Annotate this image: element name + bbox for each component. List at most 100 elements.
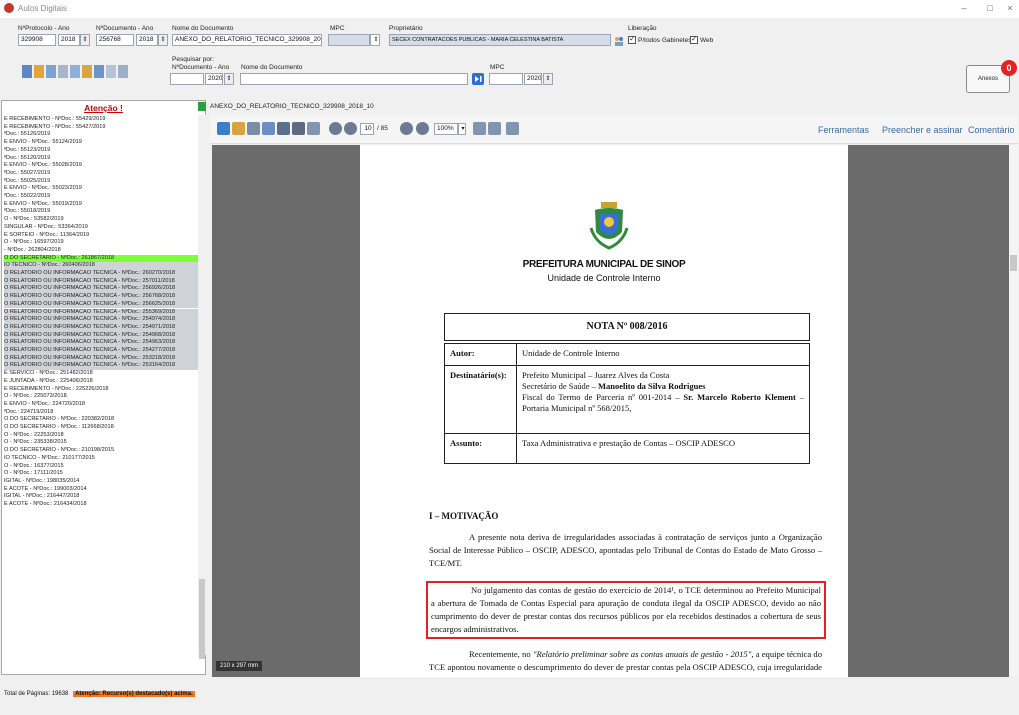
list-item[interactable]: E SORTEIO - NºDoc.: 11364/2019 bbox=[4, 232, 199, 240]
documento-year-input[interactable]: 2018 bbox=[136, 34, 158, 46]
page-number-input[interactable]: 10 bbox=[360, 123, 374, 135]
list-item[interactable]: O - NºDoc.: 16597/2019 bbox=[4, 239, 199, 247]
protocolo-year-input[interactable]: 2018 bbox=[58, 34, 80, 46]
list-item[interactable]: O RELATORIO OU INFORMACAO TECNICA - NºDo… bbox=[4, 347, 199, 355]
list-item[interactable]: O DO SECRETARIO - NºDoc.: 210198/2015 bbox=[4, 447, 199, 455]
list-item[interactable]: O RELATORIO OU INFORMACAO TECNICA - NºDo… bbox=[4, 316, 199, 324]
comment-link[interactable]: Comentário bbox=[968, 125, 1015, 135]
list-item[interactable]: O RELATORIO OU INFORMACAO TECNICA - NºDo… bbox=[4, 331, 199, 340]
scan-icon[interactable] bbox=[70, 65, 80, 78]
list-item[interactable]: O RELATORIO OU INFORMACAO TECNICA - NºDo… bbox=[4, 300, 199, 309]
protocolo-input[interactable]: 329908 bbox=[18, 34, 56, 46]
close-button[interactable]: × bbox=[1003, 2, 1017, 14]
search-mpc-input[interactable] bbox=[489, 73, 523, 85]
list-item[interactable]: E JUNTADA - NºDoc.: 225406/2018 bbox=[4, 378, 199, 386]
next-page-icon[interactable] bbox=[344, 122, 357, 135]
tools-link[interactable]: Ferramentas bbox=[818, 125, 869, 135]
maximize-button[interactable]: □ bbox=[983, 2, 997, 14]
list-item[interactable]: E ENVIO - NºDoc.: 55019/2019 bbox=[4, 201, 199, 209]
list-item[interactable]: E RECEBIMENTO - NºDoc.: 55429/2019 bbox=[4, 116, 199, 124]
collapse-icon[interactable] bbox=[198, 102, 206, 111]
print-icon[interactable] bbox=[292, 122, 305, 135]
list-item[interactable]: E ENVIO - NºDoc.: 55028/2019 bbox=[4, 162, 199, 170]
list-item[interactable]: ºDoc.: 55120/2019 bbox=[4, 155, 199, 163]
document-icon[interactable] bbox=[22, 65, 32, 78]
list-item[interactable]: O RELATORIO OU INFORMACAO TECNICA - NºDo… bbox=[4, 277, 199, 286]
print-icon[interactable] bbox=[94, 65, 104, 78]
list-item[interactable]: O - NºDoc.: 22253/2018 bbox=[4, 432, 199, 440]
list-item[interactable]: E RECEBIMENTO - NºDoc.: 55427/2019 bbox=[4, 124, 199, 132]
attach-icon[interactable] bbox=[46, 65, 56, 78]
list-item[interactable]: E ACOTE - NºDoc.: 199003/2014 bbox=[4, 486, 199, 494]
proprietario-input[interactable]: SECEX CONTRATACOES PUBLICAS - MARIA CELE… bbox=[389, 34, 611, 46]
list-item[interactable]: O RELATORIO OU INFORMACAO TECNICA - NºDo… bbox=[4, 339, 199, 347]
list-item[interactable]: ºDoc.: 55126/2019 bbox=[4, 131, 199, 139]
share-icon[interactable] bbox=[262, 122, 275, 135]
list-item[interactable]: ºDoc.: 224719/2018 bbox=[4, 409, 199, 417]
list-item[interactable]: IO TECNICO - NºDoc.: 210177/2015 bbox=[4, 455, 199, 463]
save-icon[interactable] bbox=[277, 122, 290, 135]
search-doc-input[interactable] bbox=[170, 73, 204, 85]
zoom-in-icon[interactable] bbox=[416, 122, 429, 135]
list-item[interactable]: O DO SECRETARIO - NºDoc.: 261867/2018 bbox=[4, 254, 199, 263]
list-item[interactable]: O - NºDoc.: 235338/2015 bbox=[4, 439, 199, 447]
search-mpc-year-input[interactable]: 2020 bbox=[524, 73, 542, 85]
email-icon[interactable] bbox=[307, 122, 320, 135]
prev-page-icon[interactable] bbox=[329, 122, 342, 135]
zoom-out-icon[interactable] bbox=[400, 122, 413, 135]
list-item[interactable]: O RELATORIO OU INFORMACAO TECNICA - NºDo… bbox=[4, 270, 199, 278]
list-item[interactable]: ºDoc.: 55022/2019 bbox=[4, 193, 199, 201]
list-item[interactable]: O - NºDoc.: 53582/2019 bbox=[4, 216, 199, 224]
list-item[interactable]: O - NºDoc.: 17111/2015 bbox=[4, 470, 199, 478]
list-item[interactable]: IGITAL - NºDoc.: 198035/2014 bbox=[4, 478, 199, 486]
list-item[interactable]: IGITAL - NºDoc.: 216447/2018 bbox=[4, 493, 199, 501]
list-item[interactable]: O RELATORIO OU INFORMACAO TECNICA - NºDo… bbox=[4, 308, 199, 317]
pdf-scrollbar[interactable] bbox=[1009, 145, 1018, 677]
list-scrollbar-thumb[interactable] bbox=[199, 579, 205, 659]
list-item[interactable]: E ENVIO - NºDoc.: 55124/2019 bbox=[4, 139, 199, 147]
list-item[interactable]: O RELATORIO OU INFORMACAO TECNICA - NºDo… bbox=[4, 362, 199, 371]
create-icon[interactable] bbox=[217, 122, 230, 135]
zoom-dropdown-icon[interactable]: ▾ bbox=[458, 123, 466, 135]
list-item[interactable]: O - NºDoc.: 225073/2018 bbox=[4, 393, 199, 401]
search-mpc-year-spinner[interactable]: ⇕ bbox=[543, 73, 553, 85]
folder-icon[interactable] bbox=[34, 65, 44, 78]
list-item[interactable]: SINGULAR - NºDoc.: 53364/2019 bbox=[4, 224, 199, 232]
list-item[interactable]: E SERVICO - NºDoc.: 251482/2018 bbox=[4, 370, 199, 378]
list-item[interactable]: O DO SECRETARIO - NºDoc.: 220382/2018 bbox=[4, 416, 199, 424]
list-item[interactable]: E ENVIO - NºDoc.: 224720/2018 bbox=[4, 401, 199, 409]
list-scrollbar[interactable] bbox=[198, 115, 206, 655]
list-item[interactable]: IO TECNICO - NºDoc.: 260406/2018 bbox=[4, 262, 199, 270]
ptodos-checkbox[interactable]: ✓ bbox=[628, 36, 636, 44]
protocolo-year-spinner[interactable]: ⇕ bbox=[80, 34, 90, 46]
pdf-scrollbar-thumb[interactable] bbox=[1010, 255, 1017, 271]
zoom-input[interactable]: 100% bbox=[434, 123, 458, 135]
list-item[interactable]: O RELATORIO OU INFORMACAO TECNICA - NºDo… bbox=[4, 293, 199, 301]
mpc-dropdown-icon[interactable]: ⇕ bbox=[370, 34, 380, 46]
minimize-button[interactable]: – bbox=[957, 2, 971, 14]
fit-page-icon[interactable] bbox=[473, 122, 486, 135]
fit-width-icon[interactable] bbox=[488, 122, 501, 135]
documento-year-spinner[interactable]: ⇕ bbox=[158, 34, 168, 46]
edit-icon[interactable] bbox=[247, 122, 260, 135]
settings-icon[interactable] bbox=[106, 65, 116, 78]
list-item[interactable]: ºDoc.: 55027/2019 bbox=[4, 170, 199, 178]
list-item[interactable]: O DO SECRETARIO - NºDoc.: 112668/2018 bbox=[4, 424, 199, 432]
mpc-select[interactable] bbox=[328, 34, 370, 46]
fill-sign-link[interactable]: Preencher e assinar bbox=[882, 125, 963, 135]
list-item[interactable]: E RECEBIMENTO - NºDoc.: 225226/2018 bbox=[4, 386, 199, 394]
list-item[interactable]: E ENVIO - NºDoc.: 55023/2019 bbox=[4, 185, 199, 193]
list-item[interactable]: ºDoc.: 55123/2019 bbox=[4, 147, 199, 155]
search-nome-input[interactable] bbox=[240, 73, 468, 85]
list-item[interactable]: O RELATORIO OU INFORMACAO TECNICA - NºDo… bbox=[4, 354, 199, 363]
documento-input[interactable]: 256768 bbox=[96, 34, 134, 46]
open-icon[interactable] bbox=[232, 122, 245, 135]
list-item[interactable]: ºDoc.: 55025/2019 bbox=[4, 178, 199, 186]
fullscreen-icon[interactable] bbox=[506, 122, 519, 135]
list-item[interactable]: O RELATORIO OU INFORMACAO TECNICA - NºDo… bbox=[4, 285, 199, 294]
info-icon[interactable] bbox=[118, 65, 128, 78]
nome-input[interactable]: ANEXO_DO_RELATORIO_TECNICO_329908_2018_1… bbox=[172, 34, 322, 46]
list-item[interactable]: O RELATORIO OU INFORMACAO TECNICA - NºDo… bbox=[4, 323, 199, 332]
users-icon[interactable] bbox=[614, 36, 624, 46]
copy-icon[interactable] bbox=[58, 65, 68, 78]
